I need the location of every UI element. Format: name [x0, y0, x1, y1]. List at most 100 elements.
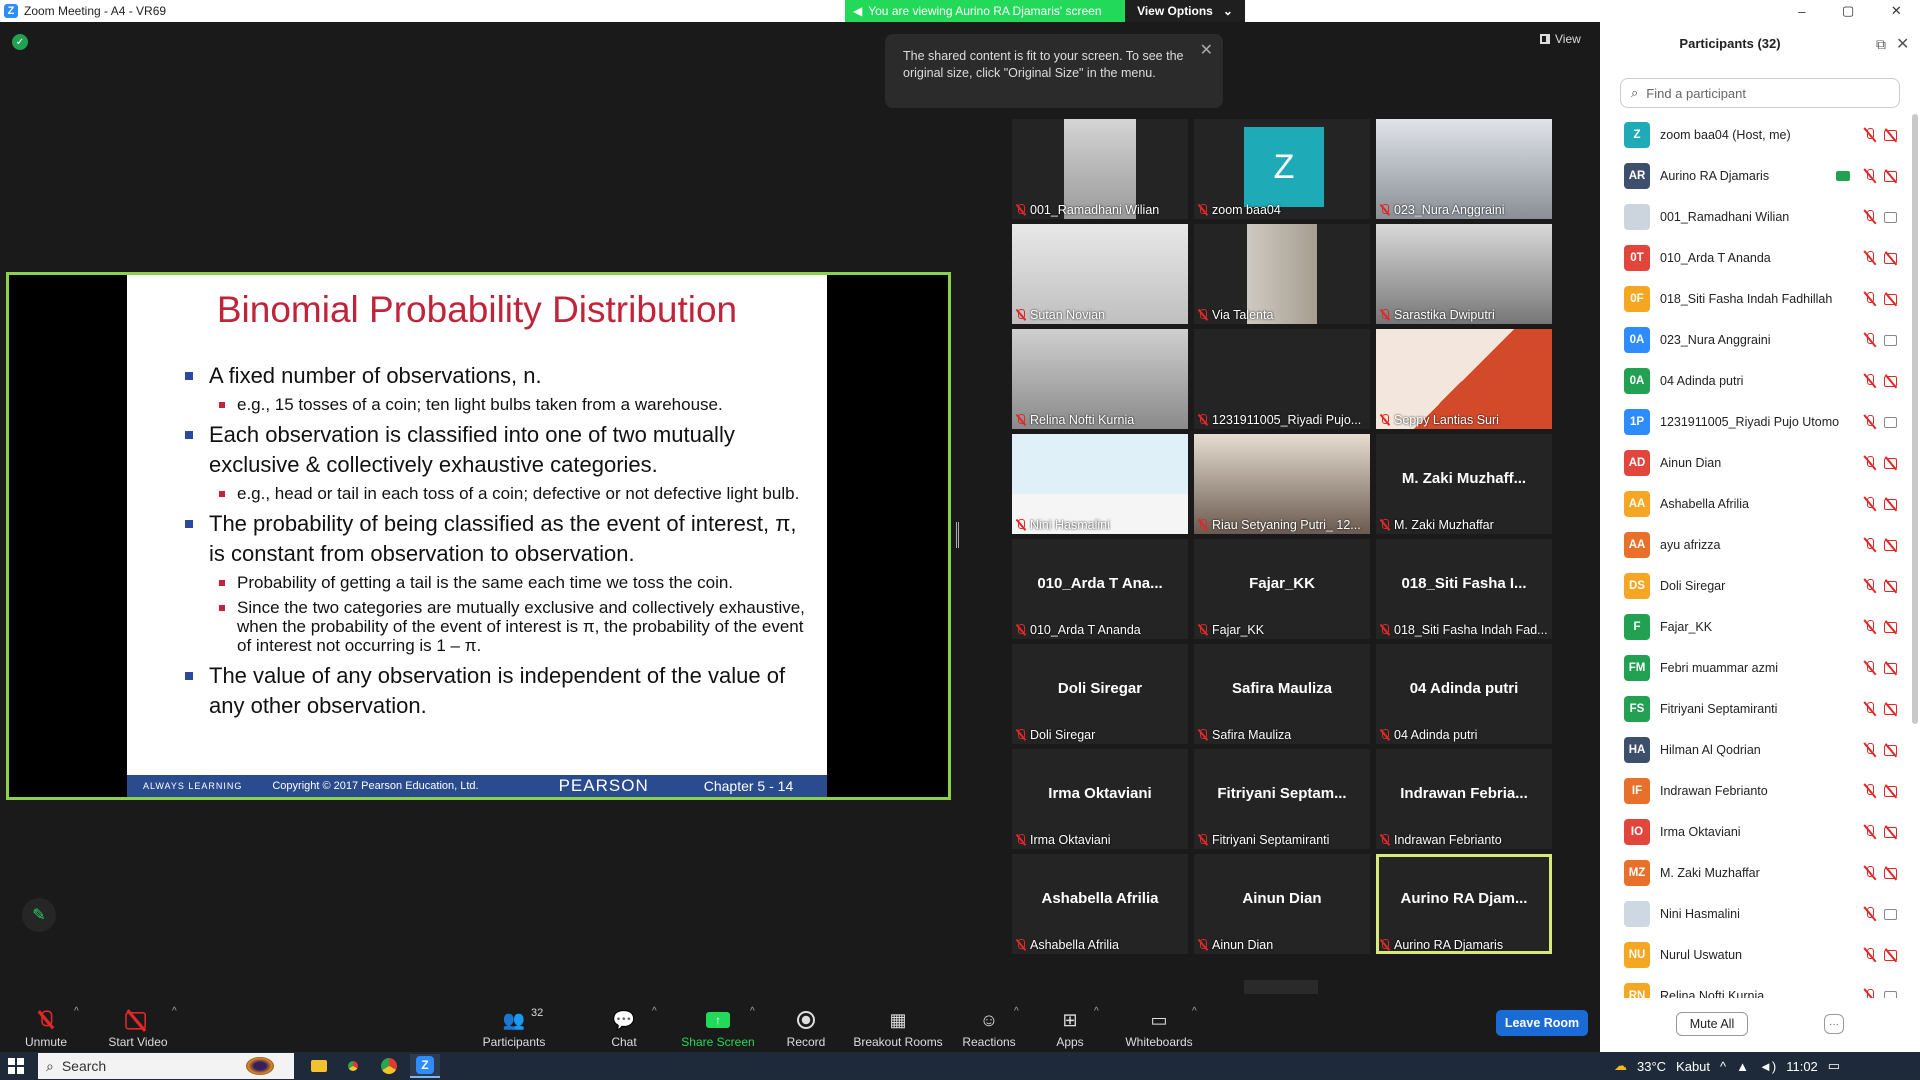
clock[interactable]: 11:02	[1786, 1059, 1818, 1074]
apps-button[interactable]: ⊞ Apps	[1052, 994, 1088, 1052]
participant-row[interactable]: Nini Hasmalini	[1600, 893, 1912, 934]
unmute-button[interactable]: Unmute	[20, 994, 72, 1052]
participant-row[interactable]: AR Aurino RA Djamaris	[1600, 155, 1912, 196]
chevron-up-icon[interactable]: ^	[172, 1006, 177, 1017]
whiteboards-button[interactable]: ▭ Whiteboards	[1124, 994, 1194, 1052]
participant-row[interactable]: 0F 018_Siti Fasha Indah Fadhillah	[1600, 278, 1912, 319]
view-options-button[interactable]: View Options ⌄	[1125, 0, 1245, 22]
video-tile[interactable]: Seppy Lantias Suri	[1376, 329, 1552, 429]
taskbar-search[interactable]: ⌕ Search	[38, 1053, 294, 1079]
close-icon[interactable]: ✕	[1891, 3, 1902, 19]
participant-row[interactable]: MZ M. Zaki Muzhaffar	[1600, 852, 1912, 893]
participant-row[interactable]: RN Relina Nofti Kurnia	[1600, 975, 1912, 998]
video-tile[interactable]: M. Zaki Muzhaff... M. Zaki Muzhaffar	[1376, 434, 1552, 534]
video-tile[interactable]: 023_Nura Anggraini	[1376, 119, 1552, 219]
video-tile[interactable]: Doli Siregar Doli Siregar	[1012, 644, 1188, 744]
participant-row[interactable]: AA ayu afrizza	[1600, 524, 1912, 565]
start-video-button[interactable]: Start Video	[106, 994, 170, 1052]
video-tile[interactable]: Safira Mauliza Safira Mauliza	[1194, 644, 1370, 744]
notification-icon[interactable]: ▭	[1828, 1058, 1840, 1074]
participant-row[interactable]: IO Irma Oktaviani	[1600, 811, 1912, 852]
participants-button[interactable]: 👥 32 Participants	[478, 994, 550, 1052]
video-tile[interactable]: Indrawan Febria... Indrawan Febrianto	[1376, 749, 1552, 849]
participant-row[interactable]: 0A 04 Adinda putri	[1600, 360, 1912, 401]
video-tile[interactable]: Sarastika Dwiputri	[1376, 224, 1552, 324]
resize-handle[interactable]	[956, 522, 959, 548]
network-icon[interactable]: ▲	[1736, 1059, 1749, 1074]
video-tile[interactable]: Sutan Novian	[1012, 224, 1188, 324]
participant-row[interactable]: FM Febri muammar azmi	[1600, 647, 1912, 688]
participant-row[interactable]: 001_Ramadhani Wilian	[1600, 196, 1912, 237]
video-tile[interactable]: 1231911005_Riyadi Pujo...	[1194, 329, 1370, 429]
video-tile[interactable]: Ashabella Afrilia Ashabella Afrilia	[1012, 854, 1188, 954]
record-button[interactable]: Record	[784, 994, 828, 1052]
video-tile[interactable]: Aurino RA Djam... Aurino RA Djamaris	[1376, 854, 1552, 954]
video-tile[interactable]: 010_Arda T Ana... 010_Arda T Ananda	[1012, 539, 1188, 639]
tile-label-text: 010_Arda T Ananda	[1030, 623, 1141, 637]
participant-row[interactable]: AA Ashabella Afrilia	[1600, 483, 1912, 524]
participant-row[interactable]: DS Doli Siregar	[1600, 565, 1912, 606]
scrollbar[interactable]	[1912, 114, 1918, 724]
chevron-up-icon[interactable]: ^	[1094, 1006, 1099, 1017]
video-tile[interactable]: Nini Hasmalini	[1012, 434, 1188, 534]
shield-icon[interactable]: ✓	[12, 34, 28, 50]
participant-row[interactable]: Zzoom baa04 (Host, me)	[1600, 114, 1912, 155]
chat-button[interactable]: 💬 Chat	[604, 994, 644, 1052]
chevron-up-icon[interactable]: ^	[750, 1006, 755, 1017]
close-icon[interactable]: ✕	[1200, 42, 1213, 59]
video-tile[interactable]: Riau Setyaning Putri_ 12...	[1194, 434, 1370, 534]
chevron-up-icon[interactable]: ^	[74, 1006, 79, 1017]
participant-row[interactable]: IF Indrawan Febrianto	[1600, 770, 1912, 811]
chevron-up-icon[interactable]: ^	[652, 1006, 657, 1017]
video-tile[interactable]: 001_Ramadhani Wilian	[1012, 119, 1188, 219]
video-tile[interactable]: 018_Siti Fasha I... 018_Siti Fasha Indah …	[1376, 539, 1552, 639]
mute-all-button[interactable]: Mute All	[1676, 1012, 1748, 1036]
volume-icon[interactable]: ◄)	[1759, 1059, 1776, 1074]
participant-row[interactable]: HA Hilman Al Qodrian	[1600, 729, 1912, 770]
chevron-up-icon[interactable]: ^	[1720, 1059, 1726, 1074]
participant-row[interactable]: F Fajar_KK	[1600, 606, 1912, 647]
video-tile[interactable]: Fajar_KK Fajar_KK	[1194, 539, 1370, 639]
participant-row[interactable]: 1P 1231911005_Riyadi Pujo Utomo	[1600, 401, 1912, 442]
pop-out-icon[interactable]: ⧉	[1876, 36, 1886, 53]
share-screen-button[interactable]: ↑ Share Screen	[680, 994, 756, 1052]
close-icon[interactable]: ✕	[1896, 34, 1909, 54]
maximize-icon[interactable]: ▢	[1842, 3, 1854, 19]
view-button[interactable]: View	[1540, 32, 1581, 46]
video-off-icon	[1884, 703, 1900, 715]
search-input[interactable]	[1646, 85, 1877, 101]
participant-row[interactable]: 0A 023_Nura Anggraini	[1600, 319, 1912, 360]
more-options-button[interactable]: ···	[1824, 1014, 1844, 1034]
apps-icon: ⊞	[1062, 1009, 1078, 1030]
participant-row[interactable]: 0T 010_Arda T Ananda	[1600, 237, 1912, 278]
tile-display-name: Safira Mauliza	[1231, 680, 1333, 697]
reactions-button[interactable]: ☺ Reactions	[962, 994, 1016, 1052]
chrome-profile-icon[interactable]	[374, 1054, 404, 1078]
chevron-up-icon[interactable]: ^	[1192, 1006, 1197, 1017]
chevron-up-icon[interactable]: ^	[1014, 1006, 1019, 1017]
video-tile[interactable]: 04 Adinda putri 04 Adinda putri	[1376, 644, 1552, 744]
participant-row[interactable]: AD Ainun Dian	[1600, 442, 1912, 483]
participant-row[interactable]: NU Nurul Uswatun	[1600, 934, 1912, 975]
windows-start-icon[interactable]	[8, 1058, 24, 1074]
participant-row[interactable]: FS Fitriyani Septamiranti	[1600, 688, 1912, 729]
meeting-stage: ✓ The shared content is fit to your scre…	[0, 22, 1600, 1014]
video-tile[interactable]: Ainun Dian Ainun Dian	[1194, 854, 1370, 954]
avatar: 0A	[1624, 326, 1650, 353]
file-explorer-icon[interactable]	[304, 1054, 334, 1078]
video-on-icon	[1884, 990, 1900, 998]
video-tile[interactable]: Zzoom baa04	[1194, 119, 1370, 219]
chrome-icon[interactable]	[338, 1054, 368, 1078]
video-tile[interactable]: Via Talenta	[1194, 224, 1370, 324]
video-tile[interactable]: Fitriyani Septam... Fitriyani Septamirant…	[1194, 749, 1370, 849]
leave-room-button[interactable]: Leave Room	[1496, 1010, 1588, 1036]
video-tile[interactable]: Relina Nofti Kurnia	[1012, 329, 1188, 429]
minimize-icon[interactable]: –	[1798, 4, 1805, 19]
breakout-rooms-button[interactable]: ▦ Breakout Rooms	[852, 994, 944, 1052]
zoom-taskbar-icon[interactable]: Z	[410, 1054, 440, 1078]
mic-muted-icon	[1015, 729, 1027, 741]
video-tile[interactable]: Irma Oktaviani Irma Oktaviani	[1012, 749, 1188, 849]
participant-search[interactable]: ⌕	[1620, 78, 1900, 108]
mic-muted-icon	[1862, 906, 1878, 922]
annotate-pencil-icon[interactable]: ✎	[22, 898, 56, 932]
